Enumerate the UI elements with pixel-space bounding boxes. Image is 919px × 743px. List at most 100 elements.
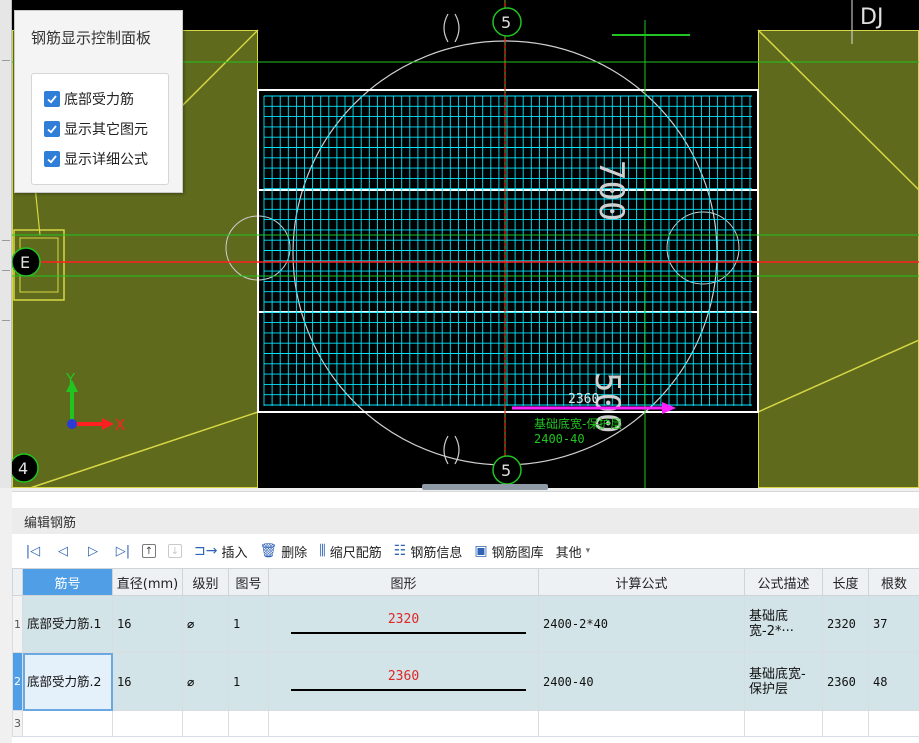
table-header-row: 筋号 直径(mm) 级别 图号 图形 计算公式 公式描述 长度 根数 <box>12 568 919 596</box>
cell-count[interactable]: 37 <box>868 595 919 653</box>
rebar-info-button[interactable]: ☷ 钢筋信息 <box>394 539 463 563</box>
table-row[interactable]: 1 底部受力筋.1 16 ⌀ 1 2320 2400-2*40 基础底宽-2*·… <box>12 595 919 653</box>
rebar-library-button[interactable]: ▣ 钢筋图库 <box>474 539 543 563</box>
option-label: 显示其它图元 <box>64 122 148 138</box>
last-record-icon[interactable]: ▷| <box>112 539 134 563</box>
app-window: 5 5 E 4 DJ 700 500 2360 基础底宽-保护层 2400-40 <box>0 0 919 743</box>
cell-formula[interactable]: 2400-2*40 <box>538 595 745 653</box>
cell-count[interactable] <box>868 710 919 737</box>
cell-figure-no[interactable]: 1 <box>228 595 269 653</box>
cell-description[interactable]: 基础底宽-保护层 <box>744 652 823 711</box>
rebar-display-control-panel: 钢筋显示控制面板 底部受力筋 显示其它图元 显示详细公式 <box>14 10 183 193</box>
ucs-origin-icon <box>67 419 77 429</box>
column-header-description[interactable]: 公式描述 <box>744 568 823 596</box>
table-row[interactable]: 2 底部受力筋.2 16 ⌀ 1 2360 2400-40 基础底宽-保护层 2… <box>12 652 919 711</box>
rebar-table: 筋号 直径(mm) 级别 图号 图形 计算公式 公式描述 长度 根数 1 底部受 <box>12 568 919 737</box>
rebar-editor-panel: 编辑钢筋 |◁ ◁ ▷ ▷| ↑ ↓ ⊐→ 插入 🗑 删除 ⫼ 缩尺配筋 ☷ 钢筋信息 … <box>12 491 919 743</box>
option-bottom-rebar[interactable]: 底部受力筋 <box>32 84 168 114</box>
other-menu-button[interactable]: 其他 ▾ <box>556 539 591 563</box>
column-header-count[interactable]: 根数 <box>868 568 919 596</box>
rebar-shape-preview: 2360 <box>273 653 534 710</box>
column-header-shape[interactable]: 图形 <box>268 568 539 596</box>
scale-bars-icon: ⫼ <box>319 543 326 559</box>
checkbox-checked-icon[interactable] <box>44 121 60 137</box>
move-up-button[interactable]: ↑ <box>142 539 156 563</box>
rebar-shape-preview: 2320 <box>273 596 534 652</box>
column-header-grade[interactable]: 级别 <box>182 568 229 596</box>
editor-title: 编辑钢筋 <box>24 516 77 531</box>
ucs-y-label: Y <box>65 370 76 388</box>
cell-shape[interactable] <box>268 710 539 737</box>
rebar-formula-desc: 基础底宽-保护层 <box>534 416 622 431</box>
cell-count[interactable]: 48 <box>868 652 919 711</box>
left-ruler-strip <box>0 0 12 488</box>
cell-length[interactable]: 2360 <box>822 652 869 711</box>
shape-length-value: 2360 <box>387 669 420 684</box>
column-header-length[interactable]: 长度 <box>822 568 869 596</box>
option-label: 显示详细公式 <box>64 152 148 168</box>
info-list-icon: ☷ <box>393 543 407 559</box>
first-record-icon[interactable]: |◁ <box>22 539 44 563</box>
column-header-formula[interactable]: 计算公式 <box>538 568 745 596</box>
chevron-down-icon: ▾ <box>585 546 591 556</box>
dim-700: 700 <box>591 160 631 221</box>
cell-shape[interactable]: 2360 <box>268 652 539 711</box>
cell-bar-name[interactable]: 底部受力筋.1 <box>22 595 113 653</box>
footing-right <box>757 29 919 488</box>
cell-grade[interactable]: ⌀ <box>182 595 229 653</box>
rebar-formula-value: 2400-40 <box>534 432 585 446</box>
cell-description[interactable] <box>744 710 823 737</box>
option-show-detailed-formula[interactable]: 显示详细公式 <box>32 144 168 174</box>
option-show-other-elements[interactable]: 显示其它图元 <box>32 114 168 144</box>
cell-diameter[interactable]: 16 <box>112 652 183 711</box>
move-down-button[interactable]: ↓ <box>168 539 182 563</box>
cad-viewport[interactable]: 5 5 E 4 DJ 700 500 2360 基础底宽-保护层 2400-40 <box>0 0 919 488</box>
column-pit <box>258 0 758 488</box>
arrow-down-icon: ↓ <box>168 544 182 558</box>
panel-splitter-handle[interactable] <box>422 484 548 490</box>
column-header-figure-no[interactable]: 图号 <box>228 568 269 596</box>
header-row-number <box>12 568 23 596</box>
ucs-x-label: X <box>115 416 125 434</box>
control-panel-title: 钢筋显示控制面板 <box>31 29 152 47</box>
library-icon: ▣ <box>474 543 488 559</box>
delete-button[interactable]: 🗑 删除 <box>259 539 307 563</box>
rebar-shape-line <box>291 632 526 634</box>
cell-diameter[interactable] <box>112 710 183 737</box>
cell-length[interactable]: 2320 <box>822 595 869 653</box>
row-number[interactable]: 1 <box>12 595 23 653</box>
insert-icon: ⊐→ <box>194 543 218 559</box>
cell-bar-name[interactable] <box>22 710 113 737</box>
rebar-length-label: 2360 <box>568 392 599 407</box>
next-record-icon[interactable]: ▷ <box>82 539 104 563</box>
cell-grade[interactable] <box>182 710 229 737</box>
cell-description[interactable]: 基础底宽-2*··· <box>744 595 823 653</box>
row-number[interactable]: 3 <box>12 710 23 737</box>
rebar-shape-line <box>291 689 526 691</box>
cell-grade[interactable]: ⌀ <box>182 652 229 711</box>
row-number[interactable]: 2 <box>12 652 23 711</box>
arrow-up-icon: ↑ <box>142 544 156 558</box>
column-header-bar-no[interactable]: 筋号 <box>22 568 113 596</box>
cell-shape[interactable]: 2320 <box>268 595 539 653</box>
scale-rebar-button[interactable]: ⫼ 缩尺配筋 <box>319 539 381 563</box>
cell-figure-no[interactable] <box>228 710 269 737</box>
table-row[interactable]: 3 <box>12 710 919 737</box>
cell-length[interactable] <box>822 710 869 737</box>
insert-button[interactable]: ⊐→ 插入 <box>194 539 247 563</box>
checkbox-checked-icon[interactable] <box>44 91 60 107</box>
axis-bubble-corner-label: 4 <box>18 459 28 478</box>
cell-bar-name[interactable]: 底部受力筋.2 <box>22 652 113 711</box>
column-header-diameter[interactable]: 直径(mm) <box>112 568 183 596</box>
trash-icon: 🗑 <box>259 543 278 559</box>
cell-figure-no[interactable]: 1 <box>228 652 269 711</box>
cell-formula[interactable] <box>538 710 745 737</box>
option-label: 底部受力筋 <box>64 92 134 108</box>
previous-record-icon[interactable]: ◁ <box>52 539 74 563</box>
axis-bubble-top-label: 5 <box>501 13 511 32</box>
top-right-label: DJ <box>860 5 883 30</box>
cell-diameter[interactable]: 16 <box>112 595 183 653</box>
shape-length-value: 2320 <box>387 612 420 627</box>
cell-formula[interactable]: 2400-40 <box>538 652 745 711</box>
checkbox-checked-icon[interactable] <box>44 151 60 167</box>
